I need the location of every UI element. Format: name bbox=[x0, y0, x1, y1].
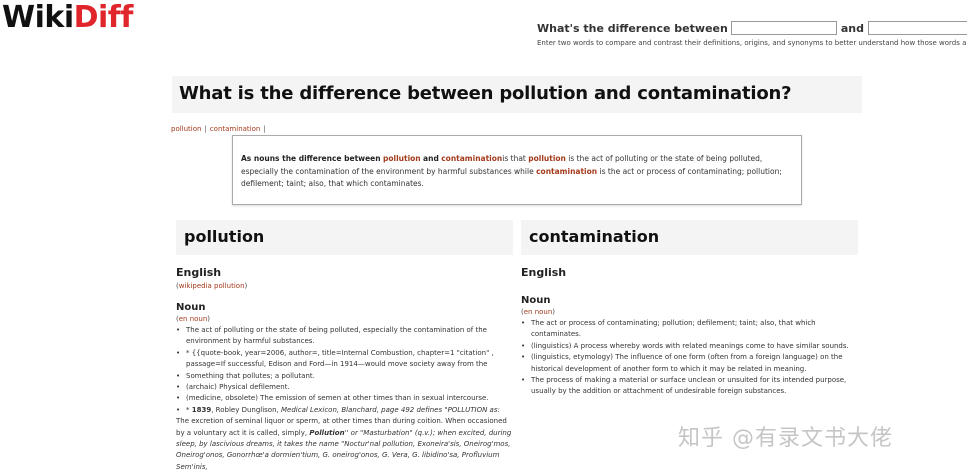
definition-item: • (archaic) Physical defilement. bbox=[176, 382, 513, 393]
compare-row: What's the difference between and ? bbox=[537, 19, 967, 37]
definition-text: (archaic) Physical defilement. bbox=[186, 383, 290, 392]
page-title-box: What is the difference between pollution… bbox=[172, 76, 862, 113]
summary-word2b-link[interactable]: contamination bbox=[536, 167, 597, 176]
pollution-pos-source: (en noun) bbox=[176, 315, 211, 323]
bullet-icon: • bbox=[521, 353, 526, 362]
summary-box: As nouns the difference between pollutio… bbox=[232, 135, 802, 205]
definition-text: The act or process of contaminating; pol… bbox=[531, 319, 816, 339]
definition-text: The process of making a material or surf… bbox=[531, 376, 847, 396]
site-logo[interactable]: WikiDiff bbox=[2, 0, 133, 36]
compare-label: What's the difference between bbox=[537, 21, 728, 35]
definition-item: • The process of making a material or sur… bbox=[521, 375, 858, 398]
second-word-input[interactable] bbox=[867, 21, 967, 35]
definition-text: The act of polluting or the state of bei… bbox=[186, 326, 487, 346]
breadcrumb-separator: | bbox=[263, 125, 266, 133]
contamination-en-noun-link[interactable]: en noun bbox=[524, 308, 553, 316]
pollution-pos-heading: Noun bbox=[176, 302, 206, 313]
summary-word1b-link[interactable]: pollution bbox=[528, 154, 566, 163]
breadcrumb-link-contamination[interactable]: contamination bbox=[210, 125, 261, 133]
summary-word2-link[interactable]: contamination bbox=[441, 154, 502, 163]
pollution-language: English bbox=[176, 266, 222, 279]
definition-text: * {{quote-book, year=2006, author=, titl… bbox=[186, 348, 494, 369]
and-label: and bbox=[840, 21, 864, 35]
quote-title: Medical Lexicon bbox=[281, 405, 337, 414]
first-word-input[interactable] bbox=[730, 21, 837, 35]
breadcrumb-link-pollution[interactable]: pollution bbox=[171, 125, 201, 133]
logo-diff-text: Diff bbox=[73, 0, 134, 35]
logo-wiki-text: Wiki bbox=[2, 0, 74, 35]
bullet-icon: • bbox=[176, 326, 181, 334]
pollution-quotation: The excretion of seminal liquor or sperm… bbox=[176, 416, 513, 473]
compare-form: What's the difference between and ? Ente… bbox=[537, 19, 967, 47]
quote-author: , Robley Dunglison, bbox=[211, 405, 279, 414]
definition-item: • The act of polluting or the state of be… bbox=[176, 325, 513, 348]
contamination-language: English bbox=[521, 266, 567, 279]
quote-bold: Pollution bbox=[309, 428, 345, 437]
source-paren-close: ) bbox=[244, 282, 248, 290]
definition-item: • (linguistics) A process whereby words w… bbox=[521, 341, 858, 352]
bullet-icon: • bbox=[176, 383, 181, 392]
definition-text: (medicine, obsolete) The emission of sem… bbox=[186, 394, 489, 403]
definition-item: • * {{quote-book, year=2006, author=, tit… bbox=[176, 348, 513, 371]
definition-text: Something that pollutes; a pollutant. bbox=[186, 371, 315, 380]
contamination-heading: contamination bbox=[521, 220, 858, 255]
bullet-icon: • bbox=[176, 405, 181, 414]
pollution-source: (wikipedia pollution) bbox=[176, 282, 513, 290]
definition-item: • * 1839, Robley Dunglison, Medical Lexic… bbox=[176, 405, 513, 416]
bullet-icon: • bbox=[521, 341, 526, 350]
bullet-icon: • bbox=[521, 319, 526, 327]
contamination-pos-source: (en noun) bbox=[521, 308, 556, 316]
summary-lead: As nouns the difference between bbox=[241, 154, 381, 163]
contamination-definitions: • The act or process of contaminating; po… bbox=[521, 318, 858, 398]
pollution-definitions: • The act of polluting or the state of be… bbox=[176, 325, 513, 416]
breadcrumb: pollution | contamination | bbox=[171, 125, 269, 133]
pollution-en-noun-link[interactable]: en noun bbox=[179, 315, 208, 323]
breadcrumb-separator: | bbox=[204, 125, 207, 133]
definition-text: (linguistics) A process whereby words wi… bbox=[531, 341, 849, 350]
definition-text: (linguistics, etymology) The influence o… bbox=[531, 353, 843, 373]
bullet-icon: • bbox=[176, 394, 181, 403]
zhihu-watermark: 知乎 @有录文书大佬 bbox=[678, 426, 893, 451]
page-title: What is the difference between pollution… bbox=[179, 83, 792, 104]
wikipedia-pollution-link[interactable]: wikipedia pollution bbox=[179, 282, 245, 290]
contamination-pos-heading: Noun bbox=[521, 295, 551, 306]
bullet-icon: • bbox=[176, 371, 181, 380]
definition-item: • (medicine, obsolete) The emission of se… bbox=[176, 393, 513, 404]
pollution-heading: pollution bbox=[176, 220, 513, 255]
definition-item: • Something that pollutes; a pollutant. bbox=[176, 371, 513, 382]
contamination-column: contamination English Noun (en noun) • Th… bbox=[521, 220, 858, 398]
summary-and: and bbox=[423, 154, 439, 163]
quote-rest: , Blanchard, page 492 defines "POLLUTION… bbox=[336, 405, 500, 414]
pollution-column: pollution English (wikipedia pollution) … bbox=[176, 220, 513, 473]
compare-help-text: Enter two words to compare and contrast … bbox=[537, 39, 967, 47]
quote-year: 1839 bbox=[191, 405, 212, 414]
definition-item: • (linguistics, etymology) The influence … bbox=[521, 352, 858, 375]
bullet-icon: • bbox=[176, 348, 181, 357]
bullet-icon: • bbox=[521, 376, 526, 385]
summary-is-that: is that bbox=[502, 154, 526, 163]
summary-word1-link[interactable]: pollution bbox=[383, 154, 421, 163]
definition-item: • The act or process of contaminating; po… bbox=[521, 318, 858, 341]
